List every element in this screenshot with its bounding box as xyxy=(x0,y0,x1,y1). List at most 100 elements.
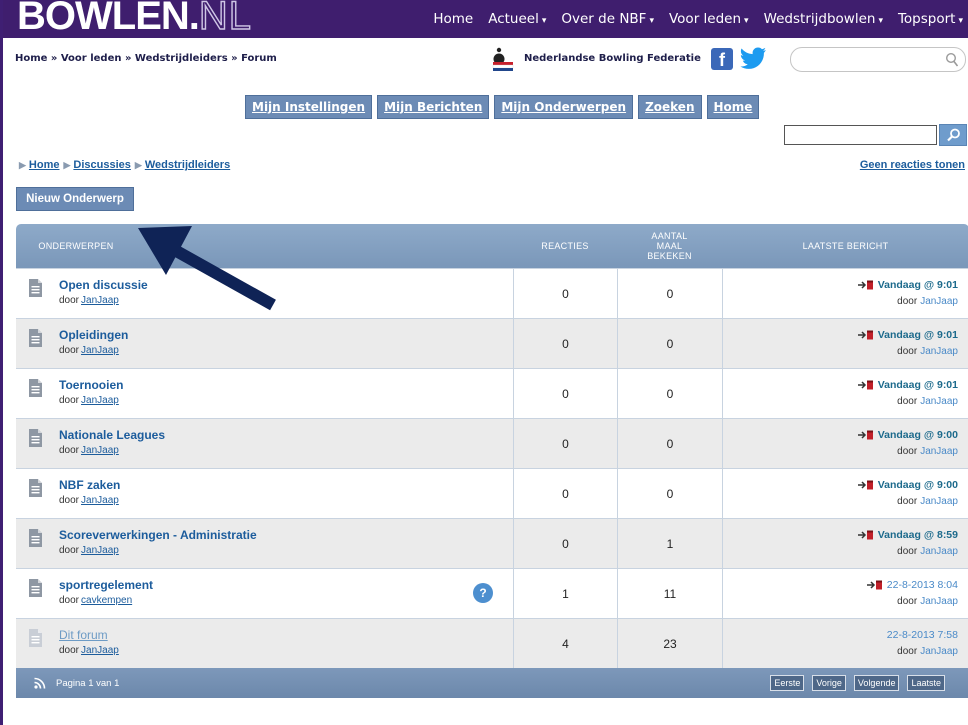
facebook-icon[interactable]: f xyxy=(711,48,733,70)
new-topic-button[interactable]: Nieuw Onderwerp xyxy=(16,187,134,211)
last-post-author: door JanJaap xyxy=(897,346,958,357)
topic-cell: Toernooien door JanJaap xyxy=(16,369,513,419)
breadcrumb-discussies-link[interactable]: Discussies xyxy=(73,159,130,171)
topic-author: door cavkempen xyxy=(59,595,132,606)
forum-search-input[interactable] xyxy=(784,125,937,145)
nav-item-over-de-nbf[interactable]: Over de NBF ▾ xyxy=(561,11,654,27)
last-author-link[interactable]: JanJaap xyxy=(920,296,958,307)
last-author-link[interactable]: JanJaap xyxy=(920,646,958,657)
nav-item-label: Voor leden xyxy=(668,11,742,27)
document-icon xyxy=(29,379,42,397)
triangle-right-icon: ▶ xyxy=(19,159,26,170)
author-link[interactable]: JanJaap xyxy=(81,295,119,306)
replies-count: 1 xyxy=(513,569,617,619)
breadcrumb-wedstrijdleiders-link[interactable]: Wedstrijdleiders xyxy=(145,159,230,171)
forum-search-button[interactable] xyxy=(939,124,967,146)
pager: Eerste Vorige Volgende Laatste xyxy=(762,675,945,691)
replies-count: 0 xyxy=(513,519,617,569)
last-post-link[interactable]: 22-8-2013 7:58 xyxy=(887,629,958,641)
previous-page-button[interactable]: Vorige xyxy=(812,675,846,691)
search-icon xyxy=(947,128,960,142)
goto-last-post-icon[interactable] xyxy=(857,330,874,340)
last-author-link[interactable]: JanJaap xyxy=(920,346,958,357)
goto-last-post-icon[interactable] xyxy=(866,580,883,590)
author-link[interactable]: JanJaap xyxy=(81,495,119,506)
first-page-button[interactable]: Eerste xyxy=(770,675,805,691)
topic-title-link[interactable]: Nationale Leagues xyxy=(59,428,165,442)
by-label: door xyxy=(897,546,918,557)
nav-item-voor-leden[interactable]: Voor leden ▾ xyxy=(669,11,749,27)
topic-title-link[interactable]: NBF zaken xyxy=(59,478,120,492)
topic-title-link[interactable]: Dit forum xyxy=(59,628,108,642)
last-post-link[interactable]: Vandaag @ 9:01 xyxy=(878,379,958,391)
author-link[interactable]: JanJaap xyxy=(81,545,119,556)
goto-last-post-icon[interactable] xyxy=(857,430,874,440)
breadcrumb-home-link[interactable]: Home xyxy=(29,159,60,171)
forum-home-button[interactable]: Home xyxy=(706,95,760,119)
last-author-link[interactable]: JanJaap xyxy=(920,496,958,507)
nav-item-topsport[interactable]: Topsport ▾ xyxy=(898,11,963,27)
my-settings-button[interactable]: Mijn Instellingen xyxy=(245,95,373,119)
author-link[interactable]: JanJaap xyxy=(81,345,119,356)
last-page-button[interactable]: Laatste xyxy=(907,675,945,691)
topic-cell: NBF zaken door JanJaap xyxy=(16,469,513,519)
my-messages-button[interactable]: Mijn Berichten xyxy=(377,95,490,119)
topic-author: door JanJaap xyxy=(59,545,119,556)
topic-title-link[interactable]: sportregelement xyxy=(59,578,153,592)
search-icon[interactable] xyxy=(945,52,959,68)
topic-title-link[interactable]: Open discussie xyxy=(59,278,148,292)
header-views[interactable]: AANTAL MAAL BEKEKEN xyxy=(617,224,722,268)
header-replies[interactable]: REACTIES xyxy=(513,224,617,268)
nav-item-wedstrijdbowlen[interactable]: Wedstrijdbowlen ▾ xyxy=(764,11,883,27)
header-last-post[interactable]: LAATSTE BERICHT xyxy=(722,224,968,268)
topic-author: door JanJaap xyxy=(59,295,119,306)
last-post-link[interactable]: Vandaag @ 9:01 xyxy=(878,329,958,341)
goto-last-post-icon[interactable] xyxy=(857,480,874,490)
goto-last-post-icon[interactable] xyxy=(857,530,874,540)
goto-last-post-icon[interactable] xyxy=(857,380,874,390)
site-logo[interactable]: BOWLEN.NL xyxy=(17,0,252,37)
author-link[interactable]: cavkempen xyxy=(81,595,132,606)
twitter-icon[interactable] xyxy=(740,46,768,72)
no-replies-link[interactable]: Geen reacties tonen xyxy=(860,159,965,171)
last-post-link[interactable]: Vandaag @ 9:01 xyxy=(878,279,958,291)
last-author-link[interactable]: JanJaap xyxy=(920,596,958,607)
document-icon xyxy=(29,429,42,447)
my-topics-button[interactable]: Mijn Onderwerpen xyxy=(494,95,634,119)
last-author-link[interactable]: JanJaap xyxy=(920,396,958,407)
author-link[interactable]: JanJaap xyxy=(81,395,119,406)
header-topics[interactable]: ONDERWERPEN xyxy=(16,224,136,268)
last-post-link[interactable]: Vandaag @ 8:59 xyxy=(878,529,958,541)
topic-cell: Open discussie door JanJaap xyxy=(16,269,513,319)
search-forum-button[interactable]: Zoeken xyxy=(638,95,702,119)
views-count: 1 xyxy=(617,519,722,569)
author-link[interactable]: JanJaap xyxy=(81,645,119,656)
topic-title-link[interactable]: Toernooien xyxy=(59,378,123,392)
topic-title-link[interactable]: Scoreverwerkingen - Administratie xyxy=(59,528,257,542)
nav-item-home[interactable]: Home xyxy=(433,11,473,27)
last-author-link[interactable]: JanJaap xyxy=(920,446,958,457)
by-label: door xyxy=(897,396,918,407)
last-post-link[interactable]: Vandaag @ 9:00 xyxy=(878,429,958,441)
topic-title-link[interactable]: Opleidingen xyxy=(59,328,128,342)
goto-last-post-icon[interactable] xyxy=(857,280,874,290)
next-page-button[interactable]: Volgende xyxy=(853,675,900,691)
last-post-author: door JanJaap xyxy=(897,596,958,607)
document-icon xyxy=(29,579,42,597)
by-label: door xyxy=(897,346,918,357)
last-author-link[interactable]: JanJaap xyxy=(920,546,958,557)
topic-author: door JanJaap xyxy=(59,645,119,656)
by-label: door xyxy=(59,445,80,456)
document-icon xyxy=(29,629,42,647)
author-link[interactable]: JanJaap xyxy=(81,445,119,456)
rss-icon[interactable] xyxy=(34,677,46,689)
last-post-link[interactable]: Vandaag @ 9:00 xyxy=(878,479,958,491)
top-bar: BOWLEN.NL Home Actueel ▾ Over de NBF ▾ Voor l… xyxy=(3,0,968,38)
site-breadcrumb[interactable]: Home » Voor leden » Wedstrijdleiders » F… xyxy=(15,53,277,64)
topic-cell: Scoreverwerkingen - Administratie door Jan… xyxy=(16,519,513,569)
nav-item-actueel[interactable]: Actueel ▾ xyxy=(488,11,546,27)
last-post-link[interactable]: 22-8-2013 8:04 xyxy=(887,579,958,591)
help-icon[interactable]: ? xyxy=(473,583,493,603)
site-search-input[interactable] xyxy=(790,47,966,72)
page-info: Pagina 1 van 1 xyxy=(56,678,120,689)
